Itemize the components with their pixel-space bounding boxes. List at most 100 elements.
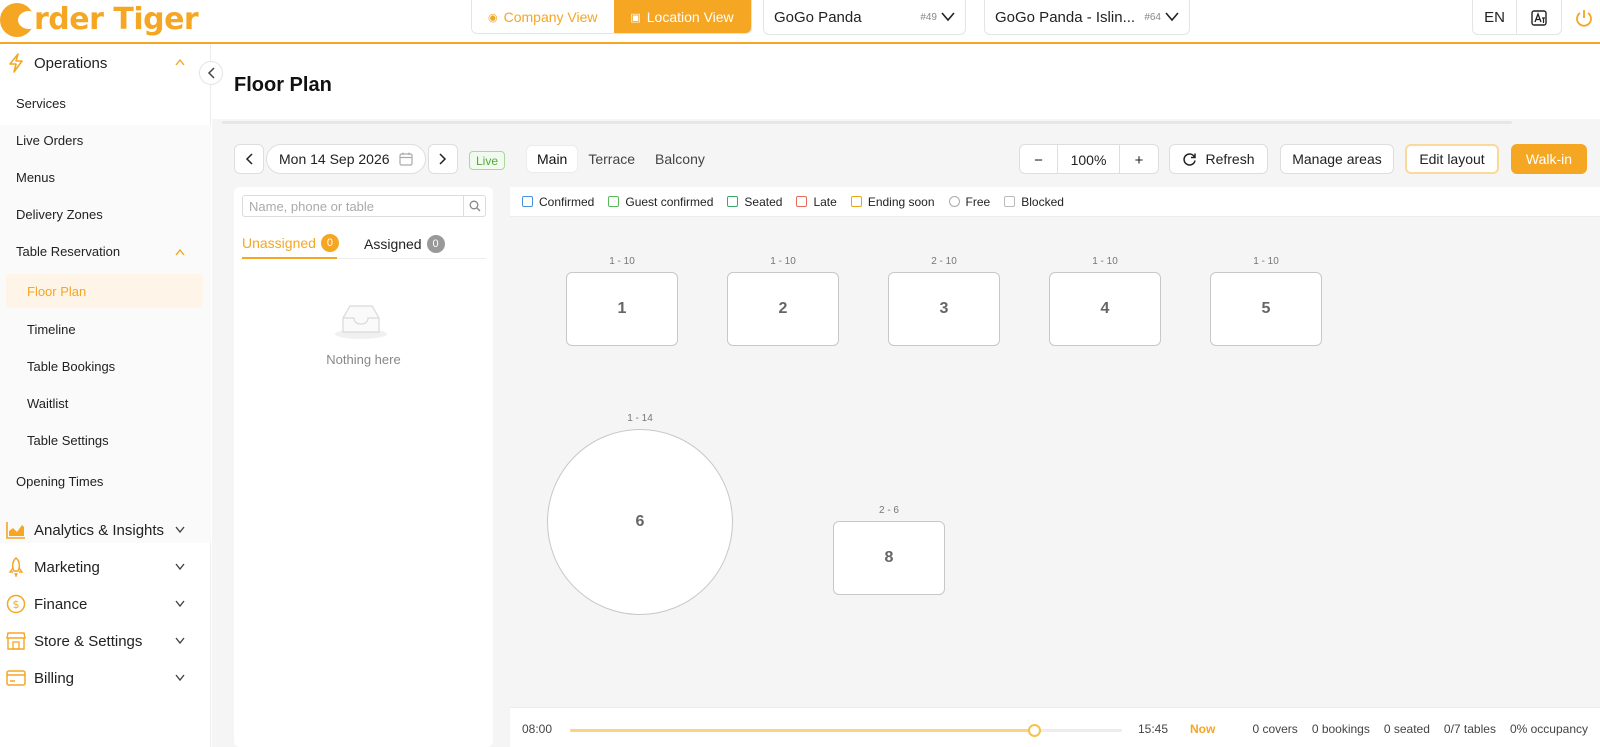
area-tab-main[interactable]: Main bbox=[526, 145, 579, 173]
bolt-icon bbox=[6, 53, 26, 73]
brand-name: rder Tiger bbox=[34, 2, 199, 37]
chevron-up-icon bbox=[175, 57, 185, 69]
tab-unassigned[interactable]: Unassigned 0 bbox=[242, 229, 339, 259]
previous-day-button[interactable] bbox=[234, 144, 264, 174]
edit-layout-button[interactable]: Edit layout bbox=[1405, 144, 1499, 174]
search-box bbox=[242, 195, 486, 217]
legend-swatch bbox=[850, 196, 862, 207]
sidebar-group-label: Finance bbox=[34, 595, 88, 613]
sidebar-item-services[interactable]: Services bbox=[0, 86, 211, 120]
floor-plan-canvas[interactable]: Confirmed Guest confirmed Seated Late Ending… bbox=[510, 187, 1600, 747]
legend-label: Guest confirmed bbox=[625, 194, 714, 209]
empty-inbox-icon bbox=[335, 305, 387, 339]
manage-areas-button[interactable]: Manage areas bbox=[1280, 144, 1394, 174]
sidebar-group-finance[interactable]: $ Finance bbox=[0, 585, 211, 623]
seated-stat: 0 seated bbox=[1383, 722, 1430, 736]
zoom-in-button[interactable]: + bbox=[1120, 145, 1158, 173]
chevron-left-icon bbox=[207, 67, 215, 79]
legend-label: Confirmed bbox=[539, 194, 595, 209]
company-icon: ◉ bbox=[488, 11, 498, 24]
table-capacity-label: 1 - 14 bbox=[627, 413, 653, 424]
company-view-button[interactable]: ◉ Company View bbox=[472, 0, 614, 33]
sidebar-item-menus[interactable]: Menus bbox=[0, 160, 211, 194]
chevron-down-icon bbox=[175, 672, 185, 684]
legend-label: Seated bbox=[744, 194, 783, 209]
date-value: Mon 14 Sep 2026 bbox=[279, 151, 390, 167]
table-2[interactable]: 2 bbox=[727, 272, 839, 346]
reservation-tabs: Unassigned 0 Assigned 0 bbox=[242, 229, 486, 259]
company-select[interactable]: GoGo Panda #49 bbox=[763, 0, 966, 35]
date-field[interactable]: Mon 14 Sep 2026 bbox=[266, 144, 426, 174]
table-capacity-label: 1 - 10 bbox=[609, 256, 635, 267]
chart-icon bbox=[6, 520, 26, 540]
timeline-slider-track[interactable] bbox=[570, 724, 1122, 737]
power-icon[interactable] bbox=[1574, 8, 1594, 28]
rocket-icon bbox=[6, 557, 26, 577]
zoom-control: − 100% + bbox=[1019, 144, 1159, 174]
tables-stat: 0/7 tables bbox=[1443, 722, 1496, 736]
sidebar-item-opening-times[interactable]: Opening Times bbox=[0, 464, 211, 498]
occupancy-stat: 0% occupancy bbox=[1509, 722, 1588, 736]
sidebar-item-table-reservation[interactable]: Table Reservation bbox=[0, 234, 211, 268]
legend-swatch bbox=[727, 196, 739, 207]
date-picker-group: Mon 14 Sep 2026 bbox=[234, 144, 458, 174]
legend-swatch bbox=[522, 196, 533, 207]
legend-label: Free bbox=[965, 194, 991, 209]
table-6[interactable]: 6 bbox=[547, 429, 733, 615]
sidebar-item-waitlist[interactable]: Waitlist bbox=[0, 386, 211, 420]
sidebar-group-label: Billing bbox=[34, 669, 75, 687]
page-title: Floor Plan bbox=[234, 74, 332, 96]
sidebar-item-label: Table Reservation bbox=[16, 243, 121, 259]
location-select-number: #64 bbox=[1144, 11, 1161, 23]
sidebar-item-table-bookings[interactable]: Table Bookings bbox=[0, 349, 211, 383]
language-button[interactable]: EN bbox=[1473, 0, 1517, 34]
table-8[interactable]: 8 bbox=[833, 521, 945, 595]
sidebar-collapse-button[interactable] bbox=[199, 61, 223, 85]
table-3[interactable]: 3 bbox=[888, 272, 1000, 346]
sidebar-item-delivery-zones[interactable]: Delivery Zones bbox=[0, 197, 211, 231]
table-capacity-label: 2 - 10 bbox=[931, 256, 957, 267]
table-capacity-label: 1 - 10 bbox=[770, 256, 796, 267]
legend-label: Blocked bbox=[1021, 194, 1064, 209]
location-select[interactable]: GoGo Panda - Islin... #64 bbox=[984, 0, 1190, 35]
sidebar-item-floor-plan[interactable]: Floor Plan bbox=[6, 274, 203, 308]
sidebar-group-analytics[interactable]: Analytics & Insights bbox=[0, 511, 211, 549]
table-4[interactable]: 4 bbox=[1049, 272, 1161, 346]
calendar-icon bbox=[399, 152, 413, 166]
legend-swatch bbox=[1004, 196, 1016, 207]
location-select-value: GoGo Panda - Islin... bbox=[995, 8, 1136, 26]
search-input[interactable] bbox=[243, 196, 463, 216]
sidebar-group-operations[interactable]: Operations bbox=[0, 44, 211, 82]
legend-item: Ending soon bbox=[850, 195, 935, 209]
zoom-out-button[interactable]: − bbox=[1020, 145, 1058, 173]
walk-in-button[interactable]: Walk-in bbox=[1511, 144, 1587, 174]
company-select-number: #49 bbox=[920, 11, 937, 23]
area-tab-balcony[interactable]: Balcony bbox=[645, 145, 715, 173]
table-capacity-label: 2 - 6 bbox=[878, 505, 899, 516]
view-switch: ◉ Company View ▣ Location View bbox=[471, 0, 752, 34]
sidebar-item-live-orders[interactable]: Live Orders bbox=[0, 123, 211, 157]
sidebar-item-table-settings[interactable]: Table Settings bbox=[0, 423, 211, 457]
sidebar-item-timeline[interactable]: Timeline bbox=[0, 312, 211, 346]
translate-button[interactable] bbox=[1517, 0, 1561, 34]
header-divider bbox=[222, 121, 1512, 124]
table-1[interactable]: 1 bbox=[566, 272, 678, 346]
store-icon bbox=[6, 631, 26, 651]
refresh-button[interactable]: Refresh bbox=[1169, 144, 1268, 174]
sidebar-group-store-settings[interactable]: Store & Settings bbox=[0, 622, 211, 660]
timeline-now-button[interactable]: Now bbox=[1190, 722, 1215, 736]
timeline-start-time: 08:00 bbox=[522, 722, 553, 736]
search-button[interactable] bbox=[463, 196, 485, 216]
location-view-button[interactable]: ▣ Location View bbox=[613, 0, 751, 33]
next-day-button[interactable] bbox=[428, 144, 458, 174]
sidebar-group-billing[interactable]: Billing bbox=[0, 659, 211, 697]
legend-swatch bbox=[608, 196, 620, 207]
tab-label: Unassigned bbox=[242, 235, 316, 251]
brand-logo[interactable]: rder Tiger bbox=[0, 0, 199, 40]
top-right-controls: EN bbox=[1472, 0, 1562, 35]
area-tab-terrace[interactable]: Terrace bbox=[578, 145, 645, 173]
sidebar-group-marketing[interactable]: Marketing bbox=[0, 548, 211, 586]
tab-assigned[interactable]: Assigned 0 bbox=[364, 229, 486, 259]
timeline-slider-handle[interactable] bbox=[1027, 724, 1041, 737]
table-5[interactable]: 5 bbox=[1210, 272, 1322, 346]
